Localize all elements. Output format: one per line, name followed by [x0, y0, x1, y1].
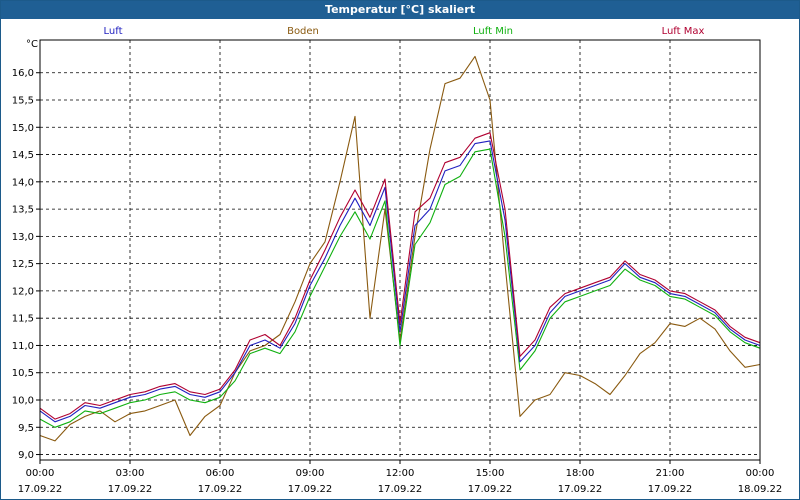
grid: [39, 40, 761, 460]
x-tick-time-label: 12:00: [386, 468, 415, 479]
x-tick-time-label: 00:00: [26, 468, 55, 479]
y-tick-label: 15,5: [12, 96, 34, 107]
x-tick-date-label: 17.09.22: [288, 484, 333, 495]
x-tick-date-label: 17.09.22: [378, 484, 423, 495]
y-tick-label: 15,0: [12, 123, 34, 134]
y-tick-label: 13,0: [12, 232, 34, 243]
y-tick-label: 9,5: [18, 423, 34, 434]
y-tick-label: 10,0: [12, 396, 34, 407]
x-tick-date-label: 18.09.22: [738, 484, 783, 495]
x-tick-date-label: 17.09.22: [468, 484, 513, 495]
legend-item-luft-min: Luft Min: [473, 26, 513, 37]
y-axis-label: °C: [26, 39, 38, 50]
y-tick-label: 11,0: [12, 341, 34, 352]
axis-labels: 9,0 9,5 10,0 10,5 11,0 11,5 12,0 12,5 13,0 13,5 14…: [12, 39, 783, 495]
x-tick-date-label: 17.09.22: [558, 484, 603, 495]
x-tick-date-label: 17.09.22: [18, 484, 63, 495]
temperature-chart: 9,0 9,5 10,0 10,5 11,0 11,5 12,0 12,5 13,0 13,5 14…: [12, 26, 783, 495]
x-tick-time-label: 18:00: [566, 468, 595, 479]
legend-item-luft-max: Luft Max: [662, 26, 705, 37]
x-tick-time-label: 21:00: [656, 468, 685, 479]
y-tick-label: 12,5: [12, 259, 34, 270]
y-tick-label: 10,5: [12, 368, 34, 379]
x-tick-date-label: 17.09.22: [108, 484, 153, 495]
legend: Luft Boden Luft Min Luft Max: [104, 26, 705, 37]
x-tick-time-label: 00:00: [746, 468, 775, 479]
x-tick-time-label: 06:00: [206, 468, 235, 479]
x-tick-time-label: 15:00: [476, 468, 505, 479]
y-tick-label: 11,5: [12, 314, 34, 325]
x-tick-time-label: 09:00: [296, 468, 325, 479]
y-tick-label: 14,5: [12, 150, 34, 161]
y-tick-label: 13,5: [12, 205, 34, 216]
y-tick-label: 12,0: [12, 286, 34, 297]
legend-item-luft: Luft: [104, 26, 123, 37]
x-tick-date-label: 17.09.22: [198, 484, 243, 495]
y-tick-label: 16,0: [12, 68, 34, 79]
x-tick-date-label: 17.09.22: [648, 484, 693, 495]
y-tick-label: 9,0: [18, 450, 34, 461]
x-tick-time-label: 03:00: [116, 468, 145, 479]
legend-item-boden: Boden: [287, 26, 319, 37]
y-tick-label: 14,0: [12, 177, 34, 188]
